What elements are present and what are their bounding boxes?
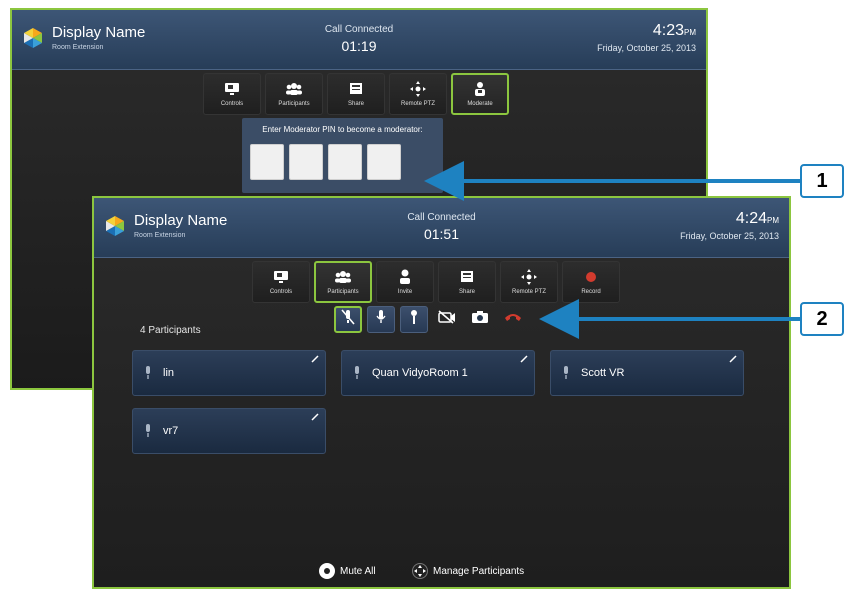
- controls-button[interactable]: Controls: [203, 73, 261, 115]
- controls-label: Controls: [220, 101, 244, 107]
- main-toolbar: Controls Participants Share Remote PTZ M…: [201, 73, 511, 115]
- screenshot-participants: Display Name Room Extension Call Connect…: [92, 196, 791, 589]
- remote-ptz-label: Remote PTZ: [400, 101, 435, 107]
- main-toolbar: Controls Participants Invite Share Remot…: [250, 261, 622, 303]
- hang-up-button[interactable]: [499, 306, 527, 333]
- remote-ptz-button[interactable]: Remote PTZ: [500, 261, 558, 303]
- share-icon: [458, 269, 476, 285]
- pin-digit-3[interactable]: [328, 144, 362, 180]
- record-icon: [582, 269, 600, 285]
- camera-icon: [471, 310, 489, 329]
- pin-digit-2[interactable]: [289, 144, 323, 180]
- ptz-icon: [409, 81, 427, 97]
- share-icon: [347, 81, 365, 97]
- moderate-label: Moderate: [467, 101, 493, 107]
- bottom-actions: Mute All Manage Participants: [94, 557, 789, 587]
- invite-icon: [396, 269, 414, 285]
- microphone-icon: [564, 366, 568, 379]
- moderate-icon: [471, 81, 489, 97]
- callout-1: 1: [800, 164, 844, 198]
- call-header: Display Name Room Extension Call Connect…: [12, 10, 706, 70]
- invite-label: Invite: [397, 289, 413, 295]
- share-label: Share: [347, 101, 364, 107]
- microphone-icon: [374, 309, 388, 330]
- participant-tile[interactable]: lin: [132, 350, 326, 396]
- microphone-alt-icon: [408, 309, 420, 330]
- monitor-icon: [223, 81, 241, 97]
- pin-digit-4[interactable]: [367, 144, 401, 180]
- microphone-icon: [146, 424, 150, 437]
- camera-off-button[interactable]: [433, 306, 461, 333]
- participants-button[interactable]: Participants: [314, 261, 372, 303]
- mute-all-label: Mute All: [340, 565, 376, 577]
- monitor-icon: [272, 269, 290, 285]
- record-label: Record: [581, 289, 601, 295]
- moderate-button[interactable]: Moderate: [451, 73, 509, 115]
- microphone-alt-button[interactable]: [400, 306, 428, 333]
- pin-prompt: Enter Moderator PIN to become a moderato…: [262, 125, 423, 134]
- participant-count: 4 Participants: [140, 325, 201, 336]
- participants-button[interactable]: Participants: [265, 73, 323, 115]
- participant-name: vr7: [163, 425, 179, 437]
- camera-button[interactable]: [466, 306, 494, 333]
- manage-participants-label: Manage Participants: [433, 565, 525, 577]
- share-button[interactable]: Share: [438, 261, 496, 303]
- microphone-icon: [146, 366, 150, 379]
- share-button[interactable]: Share: [327, 73, 385, 115]
- participant-name: Quan VidyoRoom 1: [372, 367, 468, 379]
- microphone-button[interactable]: [367, 306, 395, 333]
- callout-2: 2: [800, 302, 844, 336]
- mute-speaker-icon: [341, 309, 355, 330]
- pin-icon: [520, 355, 528, 363]
- call-header: Display Name Room Extension Call Connect…: [94, 198, 789, 258]
- ptz-icon: [520, 269, 538, 285]
- participants-label: Participants: [327, 289, 359, 295]
- participant-tile[interactable]: Quan VidyoRoom 1: [341, 350, 535, 396]
- mute-speaker-button[interactable]: [334, 306, 362, 333]
- call-status: Call Connected: [324, 24, 394, 35]
- participant-controls: [334, 306, 532, 333]
- participant-name: Scott VR: [581, 367, 625, 379]
- remote-ptz-button[interactable]: Remote PTZ: [389, 73, 447, 115]
- participants-icon: [285, 81, 303, 97]
- call-status: Call Connected: [407, 212, 476, 223]
- camera-off-icon: [438, 310, 456, 329]
- pin-icon: [311, 413, 319, 421]
- manage-participants-icon: [412, 563, 428, 579]
- remote-ptz-label: Remote PTZ: [511, 289, 546, 295]
- clock-time: 4:23PM: [652, 22, 696, 39]
- hang-up-icon: [503, 310, 523, 329]
- record-button[interactable]: Record: [562, 261, 620, 303]
- invite-button[interactable]: Invite: [376, 261, 434, 303]
- participant-tile[interactable]: vr7: [132, 408, 326, 454]
- pin-icon: [311, 355, 319, 363]
- pin-icon: [729, 355, 737, 363]
- share-label: Share: [458, 289, 475, 295]
- participant-tile[interactable]: Scott VR: [550, 350, 744, 396]
- mute-all-icon: [319, 563, 335, 579]
- participant-name: lin: [163, 367, 175, 379]
- microphone-icon: [355, 366, 359, 379]
- controls-button[interactable]: Controls: [252, 261, 310, 303]
- clock-date: Friday, October 25, 2013: [680, 231, 779, 241]
- clock-date: Friday, October 25, 2013: [597, 43, 696, 53]
- clock-time: 4:24PM: [735, 210, 779, 227]
- participants-label: Participants: [278, 101, 310, 107]
- moderator-pin-panel: Enter Moderator PIN to become a moderato…: [242, 118, 443, 193]
- mute-all-button[interactable]: Mute All: [319, 563, 376, 579]
- manage-participants-button[interactable]: Manage Participants: [412, 563, 524, 579]
- pin-digit-1[interactable]: [250, 144, 284, 180]
- controls-label: Controls: [269, 289, 293, 295]
- participants-icon: [334, 269, 352, 285]
